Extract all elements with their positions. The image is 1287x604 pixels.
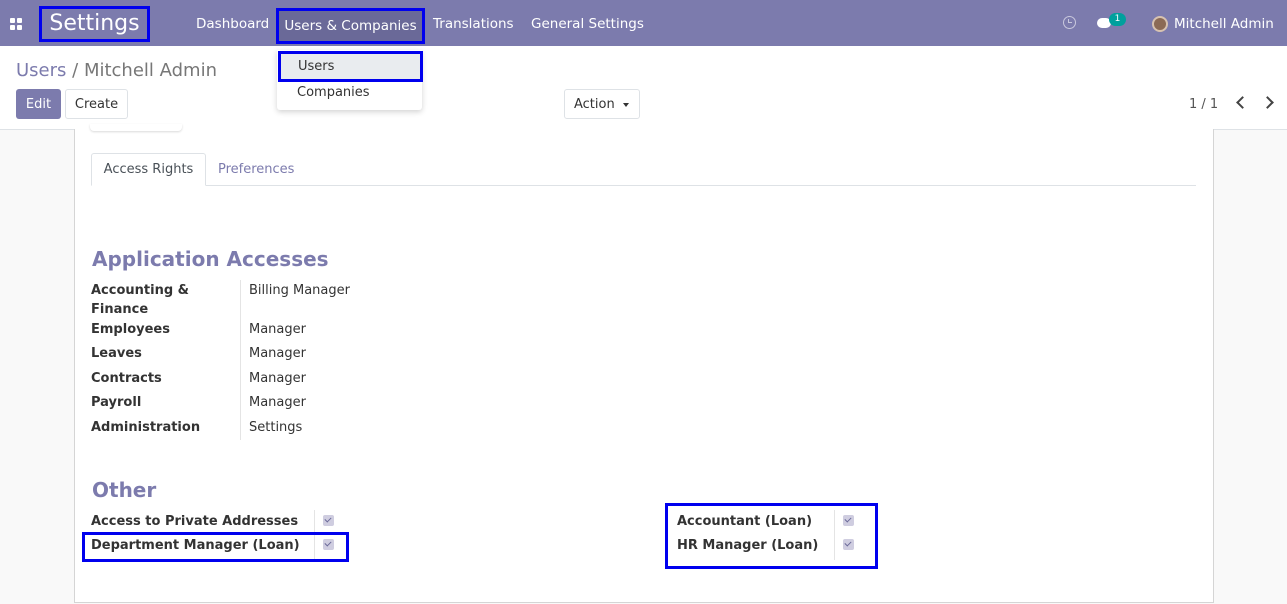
highlight-box <box>82 532 349 562</box>
top-navbar: Settings Dashboard Users & Companies Tra… <box>0 0 1287 46</box>
breadcrumb-users[interactable]: Users <box>16 60 66 81</box>
form-header-stub <box>90 124 182 131</box>
app-title[interactable]: Settings <box>39 6 150 42</box>
field-label-leaves: Leaves <box>91 346 142 361</box>
chevron-left-icon[interactable] <box>1236 96 1249 109</box>
control-panel: Users / Mitchell Admin Edit Create Actio… <box>0 46 1287 130</box>
activity-clock-icon[interactable] <box>1063 16 1076 29</box>
highlight-box <box>665 503 878 569</box>
caret-down-icon <box>623 103 629 107</box>
field-label-administration: Administration <box>91 420 201 435</box>
column-divider <box>240 280 241 440</box>
action-label: Action <box>574 96 615 112</box>
field-label-accounting-line1: Accounting & <box>91 283 190 298</box>
user-menu[interactable]: Mitchell Admin <box>1174 0 1274 48</box>
apps-menu-icon[interactable] <box>10 18 22 30</box>
create-button[interactable]: Create <box>65 89 128 119</box>
field-value-employees[interactable]: Manager <box>249 322 306 337</box>
menu-general-settings[interactable]: General Settings <box>531 0 644 46</box>
section-title-other: Other <box>92 478 157 502</box>
field-label-contracts: Contracts <box>91 371 162 386</box>
tab-preferences[interactable]: Preferences <box>218 153 294 186</box>
avatar[interactable] <box>1152 16 1168 32</box>
field-value-administration[interactable]: Settings <box>249 420 302 435</box>
breadcrumb-current: Mitchell Admin <box>83 60 217 81</box>
menu-dashboard[interactable]: Dashboard <box>196 0 269 46</box>
field-label-employees: Employees <box>91 322 170 337</box>
action-button[interactable]: Action <box>564 89 640 119</box>
tab-access-rights[interactable]: Access Rights <box>91 153 206 186</box>
menu-users-companies[interactable]: Users & Companies <box>276 8 425 44</box>
field-label-accounting-line2: Finance <box>91 302 149 317</box>
section-title-application-accesses: Application Accesses <box>92 247 329 271</box>
users-companies-dropdown: Users Companies <box>277 50 423 110</box>
pager-value[interactable]: 1 / 1 <box>1189 97 1218 112</box>
breadcrumb-separator: / <box>72 60 84 81</box>
menu-translations[interactable]: Translations <box>433 0 514 46</box>
field-label-private-addresses: Access to Private Addresses <box>91 514 299 529</box>
chevron-right-icon[interactable] <box>1261 96 1274 109</box>
field-label-payroll: Payroll <box>91 395 142 410</box>
dropdown-item-companies[interactable]: Companies <box>297 85 370 100</box>
field-value-accounting[interactable]: Billing Manager <box>249 283 350 298</box>
checkbox-private-addresses[interactable] <box>323 515 334 526</box>
edit-button[interactable]: Edit <box>16 89 61 119</box>
field-value-payroll[interactable]: Manager <box>249 395 306 410</box>
field-value-contracts[interactable]: Manager <box>249 371 306 386</box>
field-value-leaves[interactable]: Manager <box>249 346 306 361</box>
field-label-accounting: Accounting & Finance <box>91 281 189 319</box>
dropdown-item-users[interactable]: Users <box>278 51 423 82</box>
chat-count-badge: 1 <box>1109 13 1126 26</box>
breadcrumb: Users / Mitchell Admin <box>16 60 217 81</box>
